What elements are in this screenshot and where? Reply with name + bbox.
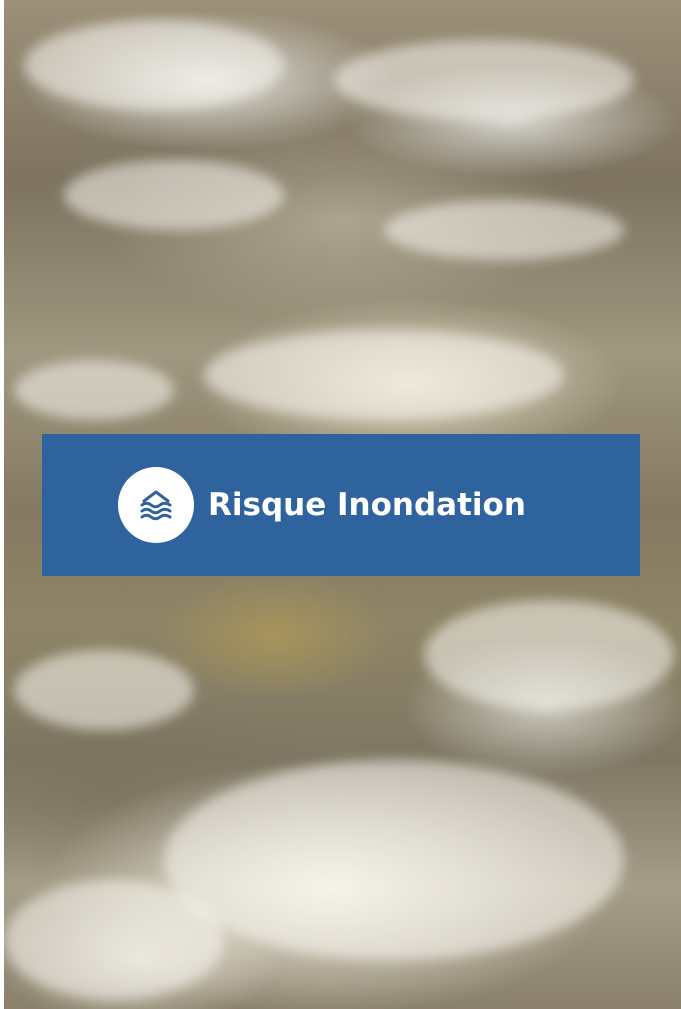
flood-risk-page: Risque Inondation xyxy=(0,0,681,1009)
flood-waves-icon xyxy=(140,490,172,521)
banner-title: Risque Inondation xyxy=(208,487,526,523)
flood-icon-badge xyxy=(118,467,194,543)
flood-risk-banner: Risque Inondation xyxy=(42,434,640,576)
